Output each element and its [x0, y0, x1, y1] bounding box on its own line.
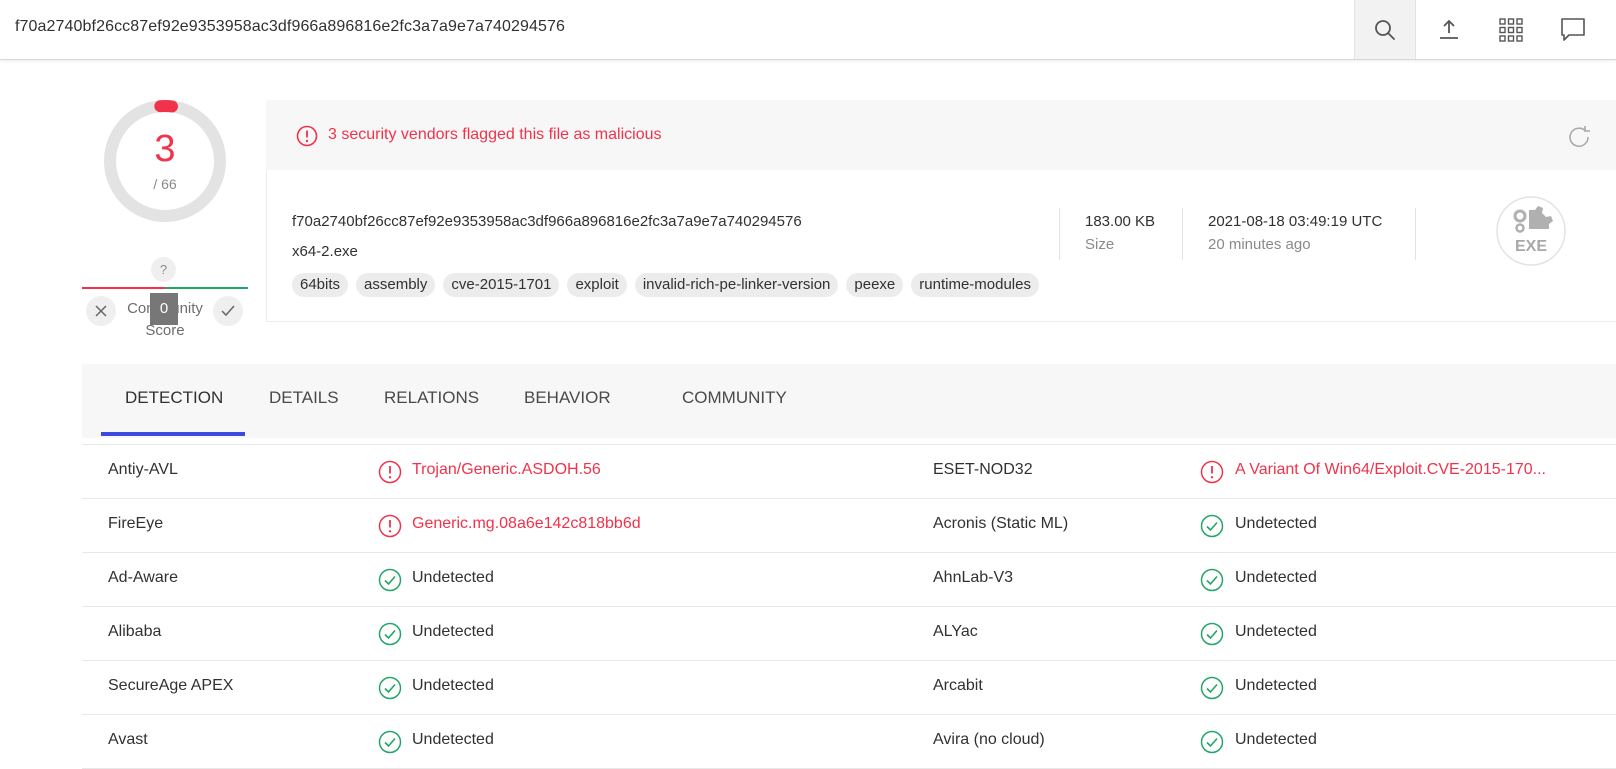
file-size-value: 183.00 KB [1085, 213, 1155, 230]
detection-result[interactable]: Generic.mg.08a6e142c818bb6d [412, 515, 641, 533]
check-circle-icon [378, 568, 402, 597]
vendor-name: SecureAge APEX [108, 677, 233, 695]
check-circle-icon [1200, 622, 1224, 651]
alert-message: 3 security vendors flagged this file as … [328, 126, 662, 144]
check-icon [221, 305, 235, 317]
table-row: SecureAge APEX Undetected Arcabit Undetecte… [82, 661, 1616, 715]
top-bar: f70a2740bf26cc87ef92e9353958ac3df966a896… [0, 0, 1616, 60]
alert-icon [378, 460, 402, 489]
apps-grid-icon [1499, 18, 1523, 42]
exe-file-type-icon: EXE [1496, 196, 1566, 266]
search-icon [1374, 19, 1396, 41]
detection-result: Undetected [1235, 569, 1317, 587]
table-row: Alibaba Undetected ALYac Undetected [82, 607, 1616, 661]
scan-date-relative: 20 minutes ago [1208, 236, 1311, 253]
table-row: FireEye Generic.mg.08a6e142c818bb6d Acroni… [82, 499, 1616, 553]
tag[interactable]: peexe [846, 273, 903, 297]
tag[interactable]: 64bits [292, 273, 348, 297]
file-hash: f70a2740bf26cc87ef92e9353958ac3df966a896… [292, 213, 802, 230]
detection-result[interactable]: A Variant Of Win64/Exploit.CVE-2015-170.… [1235, 461, 1546, 479]
vendor-name: AhnLab-V3 [933, 569, 1013, 587]
detection-result: Undetected [412, 731, 494, 749]
tag[interactable]: invalid-rich-pe-linker-version [635, 273, 839, 297]
vendor-name: Arcabit [933, 677, 983, 695]
tab-relations[interactable]: RELATIONS [384, 388, 479, 408]
reanalyze-icon[interactable] [1566, 124, 1592, 150]
tag[interactable]: runtime-modules [911, 273, 1039, 297]
detection-table: Antiy-AVL Trojan/Generic.ASDOH.56 ESET-NOD… [82, 444, 1616, 769]
community-score-value: 0 [150, 293, 178, 325]
vendor-name: FireEye [108, 515, 163, 533]
vendor-name: Acronis (Static ML) [933, 515, 1068, 533]
table-row: Antiy-AVL Trojan/Generic.ASDOH.56 ESET-NOD… [82, 445, 1616, 499]
detection-result: Undetected [1235, 515, 1317, 533]
check-circle-icon [1200, 568, 1224, 597]
file-type-label: EXE [1515, 238, 1547, 255]
detection-result[interactable]: Trojan/Generic.ASDOH.56 [412, 461, 601, 479]
detection-result: Undetected [1235, 677, 1317, 695]
check-circle-icon [1200, 730, 1224, 759]
active-tab-indicator [101, 432, 245, 436]
check-circle-icon [1200, 514, 1224, 543]
check-circle-icon [378, 730, 402, 759]
table-row: Avast Undetected Avira (no cloud) Undetecte… [82, 715, 1616, 769]
upload-button[interactable] [1418, 0, 1480, 59]
alert-icon [1200, 460, 1224, 489]
detection-result: Undetected [412, 623, 494, 641]
check-circle-icon [378, 622, 402, 651]
detection-result: Undetected [412, 569, 494, 587]
tag[interactable]: assembly [356, 273, 435, 297]
detection-result: Undetected [412, 677, 494, 695]
tab-behavior[interactable]: BEHAVIOR [524, 388, 611, 408]
chat-icon [1560, 17, 1586, 43]
scan-date-value: 2021-08-18 03:49:19 UTC [1208, 213, 1382, 230]
detection-result: Undetected [1235, 623, 1317, 641]
vendor-name: Avast [108, 731, 148, 749]
community-score-bar [82, 287, 248, 289]
search-input[interactable]: f70a2740bf26cc87ef92e9353958ac3df966a896… [15, 18, 565, 36]
file-summary-card [266, 170, 1616, 322]
tag[interactable]: exploit [567, 273, 626, 297]
divider [1059, 208, 1060, 260]
detection-total: / 66 [102, 176, 228, 192]
vendor-name: Ad-Aware [108, 569, 178, 587]
search-button[interactable] [1354, 0, 1416, 59]
vendor-name: ALYac [933, 623, 978, 641]
check-circle-icon [378, 676, 402, 705]
detection-score-gauge: 3 / 66 [102, 98, 228, 224]
vendor-name: ESET-NOD32 [933, 461, 1033, 479]
divider [1415, 208, 1416, 260]
detection-result: Undetected [1235, 731, 1317, 749]
tag[interactable]: cve-2015-1701 [443, 273, 559, 297]
apps-button[interactable] [1480, 0, 1542, 59]
file-tags: 64bits assembly cve-2015-1701 exploit in… [292, 273, 1039, 297]
vendor-name: Antiy-AVL [108, 461, 178, 479]
tab-detection[interactable]: DETECTION [125, 388, 223, 408]
alert-icon [296, 125, 318, 147]
vendor-name: Avira (no cloud) [933, 731, 1045, 749]
tab-details[interactable]: DETAILS [269, 388, 339, 408]
close-icon [95, 305, 107, 317]
vendor-name: Alibaba [108, 623, 161, 641]
chat-button[interactable] [1542, 0, 1604, 59]
divider [1182, 208, 1183, 260]
check-circle-icon [1200, 676, 1224, 705]
alert-icon [378, 514, 402, 543]
upload-icon [1437, 18, 1461, 42]
file-name: x64-2.exe [292, 243, 358, 260]
detection-count: 3 [102, 128, 228, 171]
community-help-icon[interactable]: ? [151, 257, 176, 282]
tab-community[interactable]: COMMUNITY [682, 388, 787, 408]
table-row: Ad-Aware Undetected AhnLab-V3 Undetected [82, 553, 1616, 607]
file-size-label: Size [1085, 236, 1114, 253]
